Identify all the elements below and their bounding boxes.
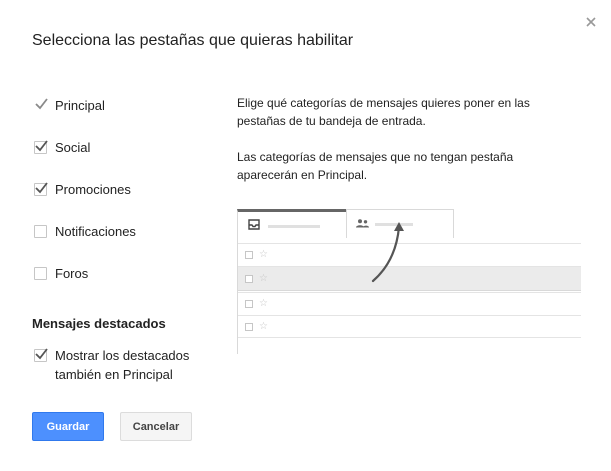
help-paragraph-1: Elige qué categorías de mensajes quieres… — [237, 96, 530, 128]
star-icon: ☆ — [259, 298, 268, 309]
dialog-title: Selecciona las pestañas que quieras habi… — [32, 32, 354, 49]
close-icon — [586, 17, 596, 27]
row-checkbox — [245, 274, 253, 283]
starred-option-line2: también en Principal — [55, 367, 173, 382]
checkbox-notificaciones[interactable] — [34, 224, 47, 238]
help-paragraph-2: Las categorías de mensajes que no tengan… — [237, 150, 514, 182]
tab-option-promociones[interactable]: Promociones — [34, 178, 204, 200]
help-text: Elige qué categorías de mensajes quieres… — [237, 94, 567, 202]
tab-option-social[interactable]: Social — [34, 136, 204, 158]
people-icon — [356, 219, 369, 228]
preview-tab-social — [346, 209, 454, 238]
inbox-icon — [248, 219, 260, 230]
starred-section-title: Mensajes destacados — [32, 316, 166, 331]
star-icon: ☆ — [259, 320, 268, 332]
tab-option-label: Notificaciones — [55, 223, 136, 239]
tab-label-placeholder — [268, 225, 320, 228]
checkmark-icon — [35, 139, 48, 151]
tab-label-placeholder — [375, 223, 413, 226]
tab-option-label: Promociones — [55, 181, 131, 197]
preview-tab-primary — [237, 209, 347, 238]
checkmark-icon — [35, 348, 48, 360]
starred-option-line1: Mostrar los destacados — [55, 348, 190, 363]
row-checkbox — [245, 300, 253, 308]
tab-option-label: Principal — [55, 97, 105, 113]
checkmark-icon — [35, 181, 48, 193]
tab-option-principal: Principal — [34, 94, 204, 116]
message-row: ☆ — [238, 266, 581, 291]
close-button[interactable] — [581, 12, 601, 32]
star-icon: ☆ — [259, 272, 268, 284]
message-row: ☆ — [238, 243, 581, 266]
message-row: ☆ — [238, 315, 581, 338]
checkmark-icon — [35, 97, 48, 109]
tab-option-notificaciones[interactable]: Notificaciones — [34, 220, 204, 242]
row-checkbox — [245, 322, 253, 331]
save-button[interactable]: Guardar — [32, 412, 104, 441]
tab-option-foros[interactable]: Foros — [34, 262, 204, 284]
message-row: ☆ — [238, 292, 581, 315]
checkbox-promociones[interactable] — [34, 181, 48, 196]
star-icon: ☆ — [259, 249, 268, 260]
row-checkbox — [245, 251, 253, 259]
checkbox-starred[interactable] — [34, 348, 48, 362]
message-rows: ☆ ☆ ☆ ☆ — [237, 237, 581, 354]
tab-option-label: Social — [55, 139, 91, 155]
checkbox-foros[interactable] — [34, 266, 47, 280]
inbox-preview: ☆ ☆ ☆ ☆ — [237, 209, 581, 354]
checkbox-principal — [34, 97, 48, 112]
tab-option-label: Foros — [55, 265, 89, 281]
cancel-button[interactable]: Cancelar — [120, 412, 192, 441]
checkbox-social[interactable] — [34, 139, 48, 154]
starred-option-label: Mostrar los destacados también en Princi… — [55, 346, 189, 384]
starred-option[interactable]: Mostrar los destacados también en Princi… — [34, 346, 224, 384]
